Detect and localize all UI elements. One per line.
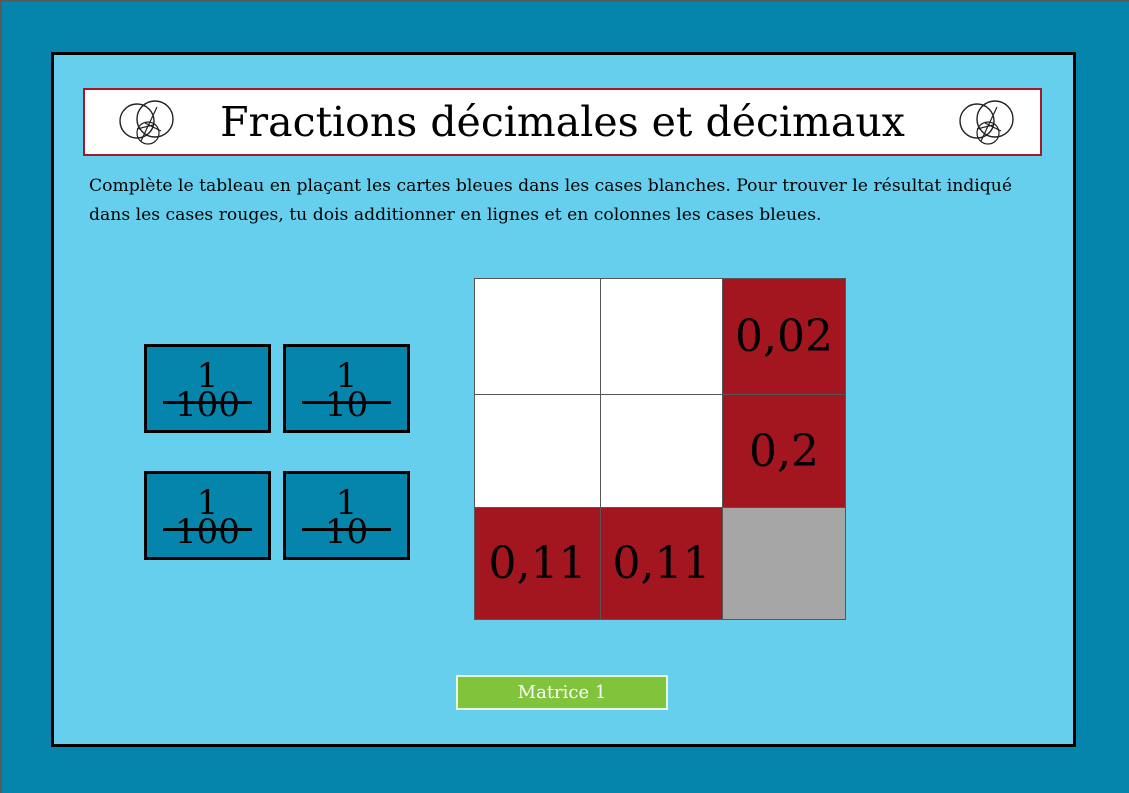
empty-drop-cell[interactable] <box>474 278 601 395</box>
fraction-card[interactable]: 1 100 <box>144 471 271 560</box>
fraction-card[interactable]: 1 100 <box>144 344 271 433</box>
matrix-button[interactable]: Matrice 1 <box>456 675 668 710</box>
matrix-grid: 0,02 0,2 0,11 0,11 <box>474 278 846 620</box>
fraction-card[interactable]: 1 10 <box>283 344 410 433</box>
column-total-cell: 0,11 <box>600 507 723 620</box>
page-title: Fractions décimales et décimaux <box>220 98 905 146</box>
column-total-cell: 0,11 <box>474 507 601 620</box>
row-total-cell: 0,2 <box>722 394 846 508</box>
card-denominator: 100 <box>175 385 240 425</box>
card-denominator: 10 <box>324 385 369 425</box>
card-denominator: 10 <box>324 512 369 552</box>
row-total-cell: 0,02 <box>722 278 846 395</box>
title-banner: Fractions décimales et décimaux <box>83 88 1042 156</box>
instructions-text: Complète le tableau en plaçant les carte… <box>89 176 1013 225</box>
corner-cell <box>722 507 846 620</box>
empty-drop-cell[interactable] <box>474 394 601 508</box>
empty-drop-cell[interactable] <box>600 278 723 395</box>
card-denominator: 100 <box>175 512 240 552</box>
empty-drop-cell[interactable] <box>600 394 723 508</box>
fraction-card[interactable]: 1 10 <box>283 471 410 560</box>
circles-sketch-logo-icon <box>959 100 1014 145</box>
